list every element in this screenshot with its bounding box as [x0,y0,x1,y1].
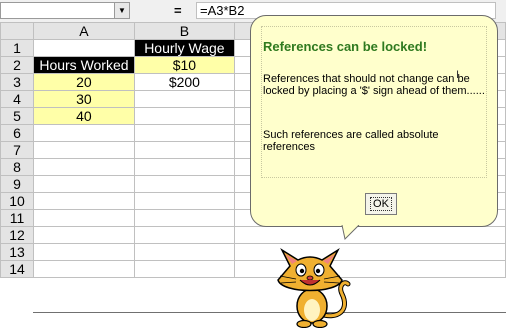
cell[interactable] [133,175,235,193]
cell[interactable] [133,141,235,159]
cell-b5[interactable] [133,107,235,125]
ok-button-label: OK [370,197,392,211]
row-header[interactable]: 3 [0,73,34,91]
ok-button[interactable]: OK [365,193,397,215]
cell[interactable] [133,192,235,210]
cell[interactable] [32,141,135,159]
row-header[interactable]: 7 [0,141,34,159]
cell[interactable] [32,209,135,227]
cell[interactable] [133,124,235,142]
office-assistant-cat-icon[interactable] [268,236,358,328]
column-header-b[interactable]: B [133,22,235,40]
cell-b4[interactable] [133,90,235,108]
row-header[interactable]: 5 [0,107,34,125]
cell-a2[interactable]: Hours Worked [32,56,135,74]
cell-a1[interactable] [32,39,135,57]
cell[interactable] [32,175,135,193]
cell[interactable] [32,260,135,278]
row-header[interactable]: 13 [0,243,34,261]
cell-a3[interactable]: 20 [32,73,135,91]
cell-b2[interactable]: $10 [133,56,235,74]
name-box-dropdown-icon[interactable]: ▼ [114,3,129,18]
row-header[interactable]: 10 [0,192,34,210]
cell[interactable] [32,158,135,176]
cell[interactable] [32,124,135,142]
cell-b1[interactable]: Hourly Wage [133,39,235,57]
cell[interactable] [32,192,135,210]
column-header-a[interactable]: A [32,22,135,40]
row-header[interactable]: 8 [0,158,34,176]
row-header[interactable]: 2 [0,56,34,74]
row-header[interactable]: 9 [0,175,34,193]
balloon-title: References can be locked! [263,39,428,54]
cell[interactable] [32,226,135,244]
cell-a5[interactable]: 40 [32,107,135,125]
row-header[interactable]: 11 [0,209,34,227]
name-box[interactable]: ▼ [0,2,130,19]
cell-b3[interactable]: $200 [133,73,235,91]
cell[interactable] [133,209,235,227]
cell[interactable] [133,260,235,278]
cell[interactable] [133,158,235,176]
row-header[interactable]: 4 [0,90,34,108]
row-header[interactable]: 6 [0,124,34,142]
cell-a4[interactable]: 30 [32,90,135,108]
row-header[interactable]: 1 [0,39,34,57]
select-all-corner[interactable] [0,22,34,40]
cell[interactable] [133,226,235,244]
equals-icon[interactable]: = [174,3,182,18]
row-header[interactable]: 12 [0,226,34,244]
balloon-paragraph: Such references are called absolute refe… [263,129,439,153]
row-header[interactable]: 14 [0,260,34,278]
text-cursor-icon: I [456,69,460,81]
assistant-balloon: References can be locked! References tha… [250,15,498,227]
cell[interactable] [32,243,135,261]
cell[interactable] [133,243,235,261]
